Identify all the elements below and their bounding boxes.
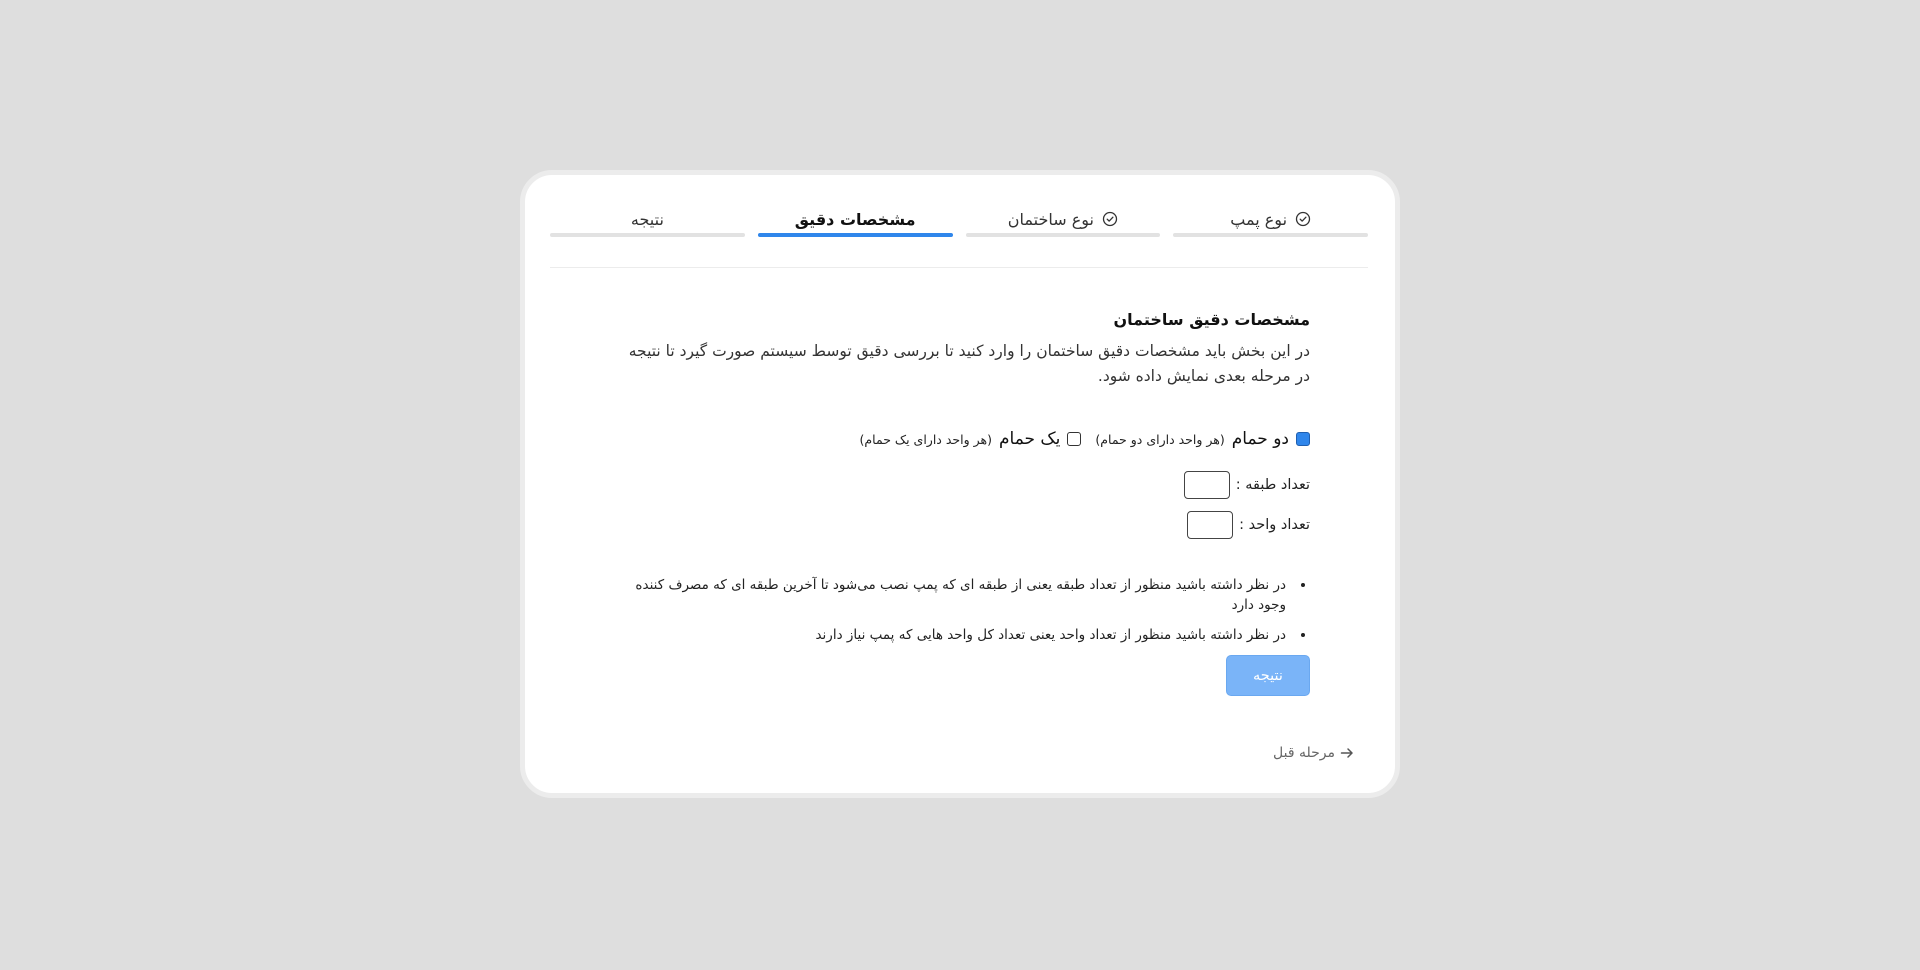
divider bbox=[550, 267, 1368, 268]
tab-pump-type[interactable]: نوع پمپ bbox=[1173, 203, 1368, 237]
floors-input[interactable] bbox=[1183, 471, 1230, 499]
bathroom-options: دو حمام (هر واحد دارای دو حمام) یک حمام … bbox=[610, 429, 1310, 449]
one-bath-checkbox[interactable] bbox=[1067, 432, 1082, 446]
tab-label: نتیجه bbox=[630, 209, 664, 229]
section-description: در این بخش باید مشخصات دقیق ساختمان را و… bbox=[628, 342, 1310, 385]
option-hint: (هر واحد دارای یک حمام) bbox=[859, 431, 992, 447]
tab-exact-specs[interactable]: مشخصات دقیق bbox=[757, 203, 953, 237]
tab-progress-bar bbox=[550, 233, 745, 237]
option-hint: (هر واحد دارای دو حمام) bbox=[1095, 431, 1225, 447]
tab-label: مشخصات دقیق bbox=[794, 209, 916, 229]
tab-label: نوع ساختمان bbox=[1007, 209, 1094, 229]
previous-step-link[interactable]: مرحله قبل bbox=[1273, 745, 1355, 761]
check-circle-icon bbox=[1295, 211, 1311, 227]
tab-progress-bar bbox=[757, 233, 953, 237]
units-input[interactable] bbox=[1187, 511, 1234, 539]
option-two-bath[interactable]: دو حمام (هر واحد دارای دو حمام) bbox=[1095, 429, 1310, 449]
option-label: یک حمام bbox=[998, 429, 1061, 449]
result-button[interactable]: نتیجه bbox=[1226, 655, 1310, 696]
tab-progress-bar bbox=[1173, 233, 1368, 237]
units-label: تعداد واحد : bbox=[1239, 517, 1310, 533]
floors-field: تعداد طبقه : bbox=[610, 471, 1310, 499]
section-title: مشخصات دقیق ساختمان bbox=[1113, 310, 1310, 329]
list-item: در نظر داشته باشید منظور از تعداد واحد ی… bbox=[610, 625, 1290, 645]
check-circle-icon bbox=[1102, 211, 1118, 227]
form-content: مشخصات دقیق ساختمان در این بخش باید مشخص… bbox=[610, 310, 1310, 696]
tab-progress-bar bbox=[965, 233, 1161, 237]
actions: نتیجه bbox=[610, 655, 1310, 696]
previous-step-label: مرحله قبل bbox=[1273, 745, 1335, 761]
two-bath-checkbox[interactable] bbox=[1296, 432, 1310, 446]
floors-label: تعداد طبقه : bbox=[1235, 477, 1310, 493]
list-item: در نظر داشته باشید منظور از تعداد طبقه ی… bbox=[610, 575, 1290, 615]
option-label: دو حمام bbox=[1231, 429, 1289, 449]
option-one-bath[interactable]: یک حمام (هر واحد دارای یک حمام) bbox=[860, 429, 1082, 449]
notes-list: در نظر داشته باشید منظور از تعداد طبقه ی… bbox=[610, 575, 1310, 645]
units-field: تعداد واحد : bbox=[610, 511, 1310, 539]
arrow-right-icon bbox=[1339, 745, 1355, 761]
tab-result[interactable]: نتیجه bbox=[550, 203, 745, 237]
wizard-card: نوع پمپ نوع ساختمان مشخصات دقیق نتیجه مش… bbox=[520, 170, 1400, 798]
tab-label: نوع پمپ bbox=[1230, 209, 1288, 229]
step-tabs: نوع پمپ نوع ساختمان مشخصات دقیق نتیجه bbox=[550, 203, 1368, 237]
tab-building-type[interactable]: نوع ساختمان bbox=[965, 203, 1161, 237]
